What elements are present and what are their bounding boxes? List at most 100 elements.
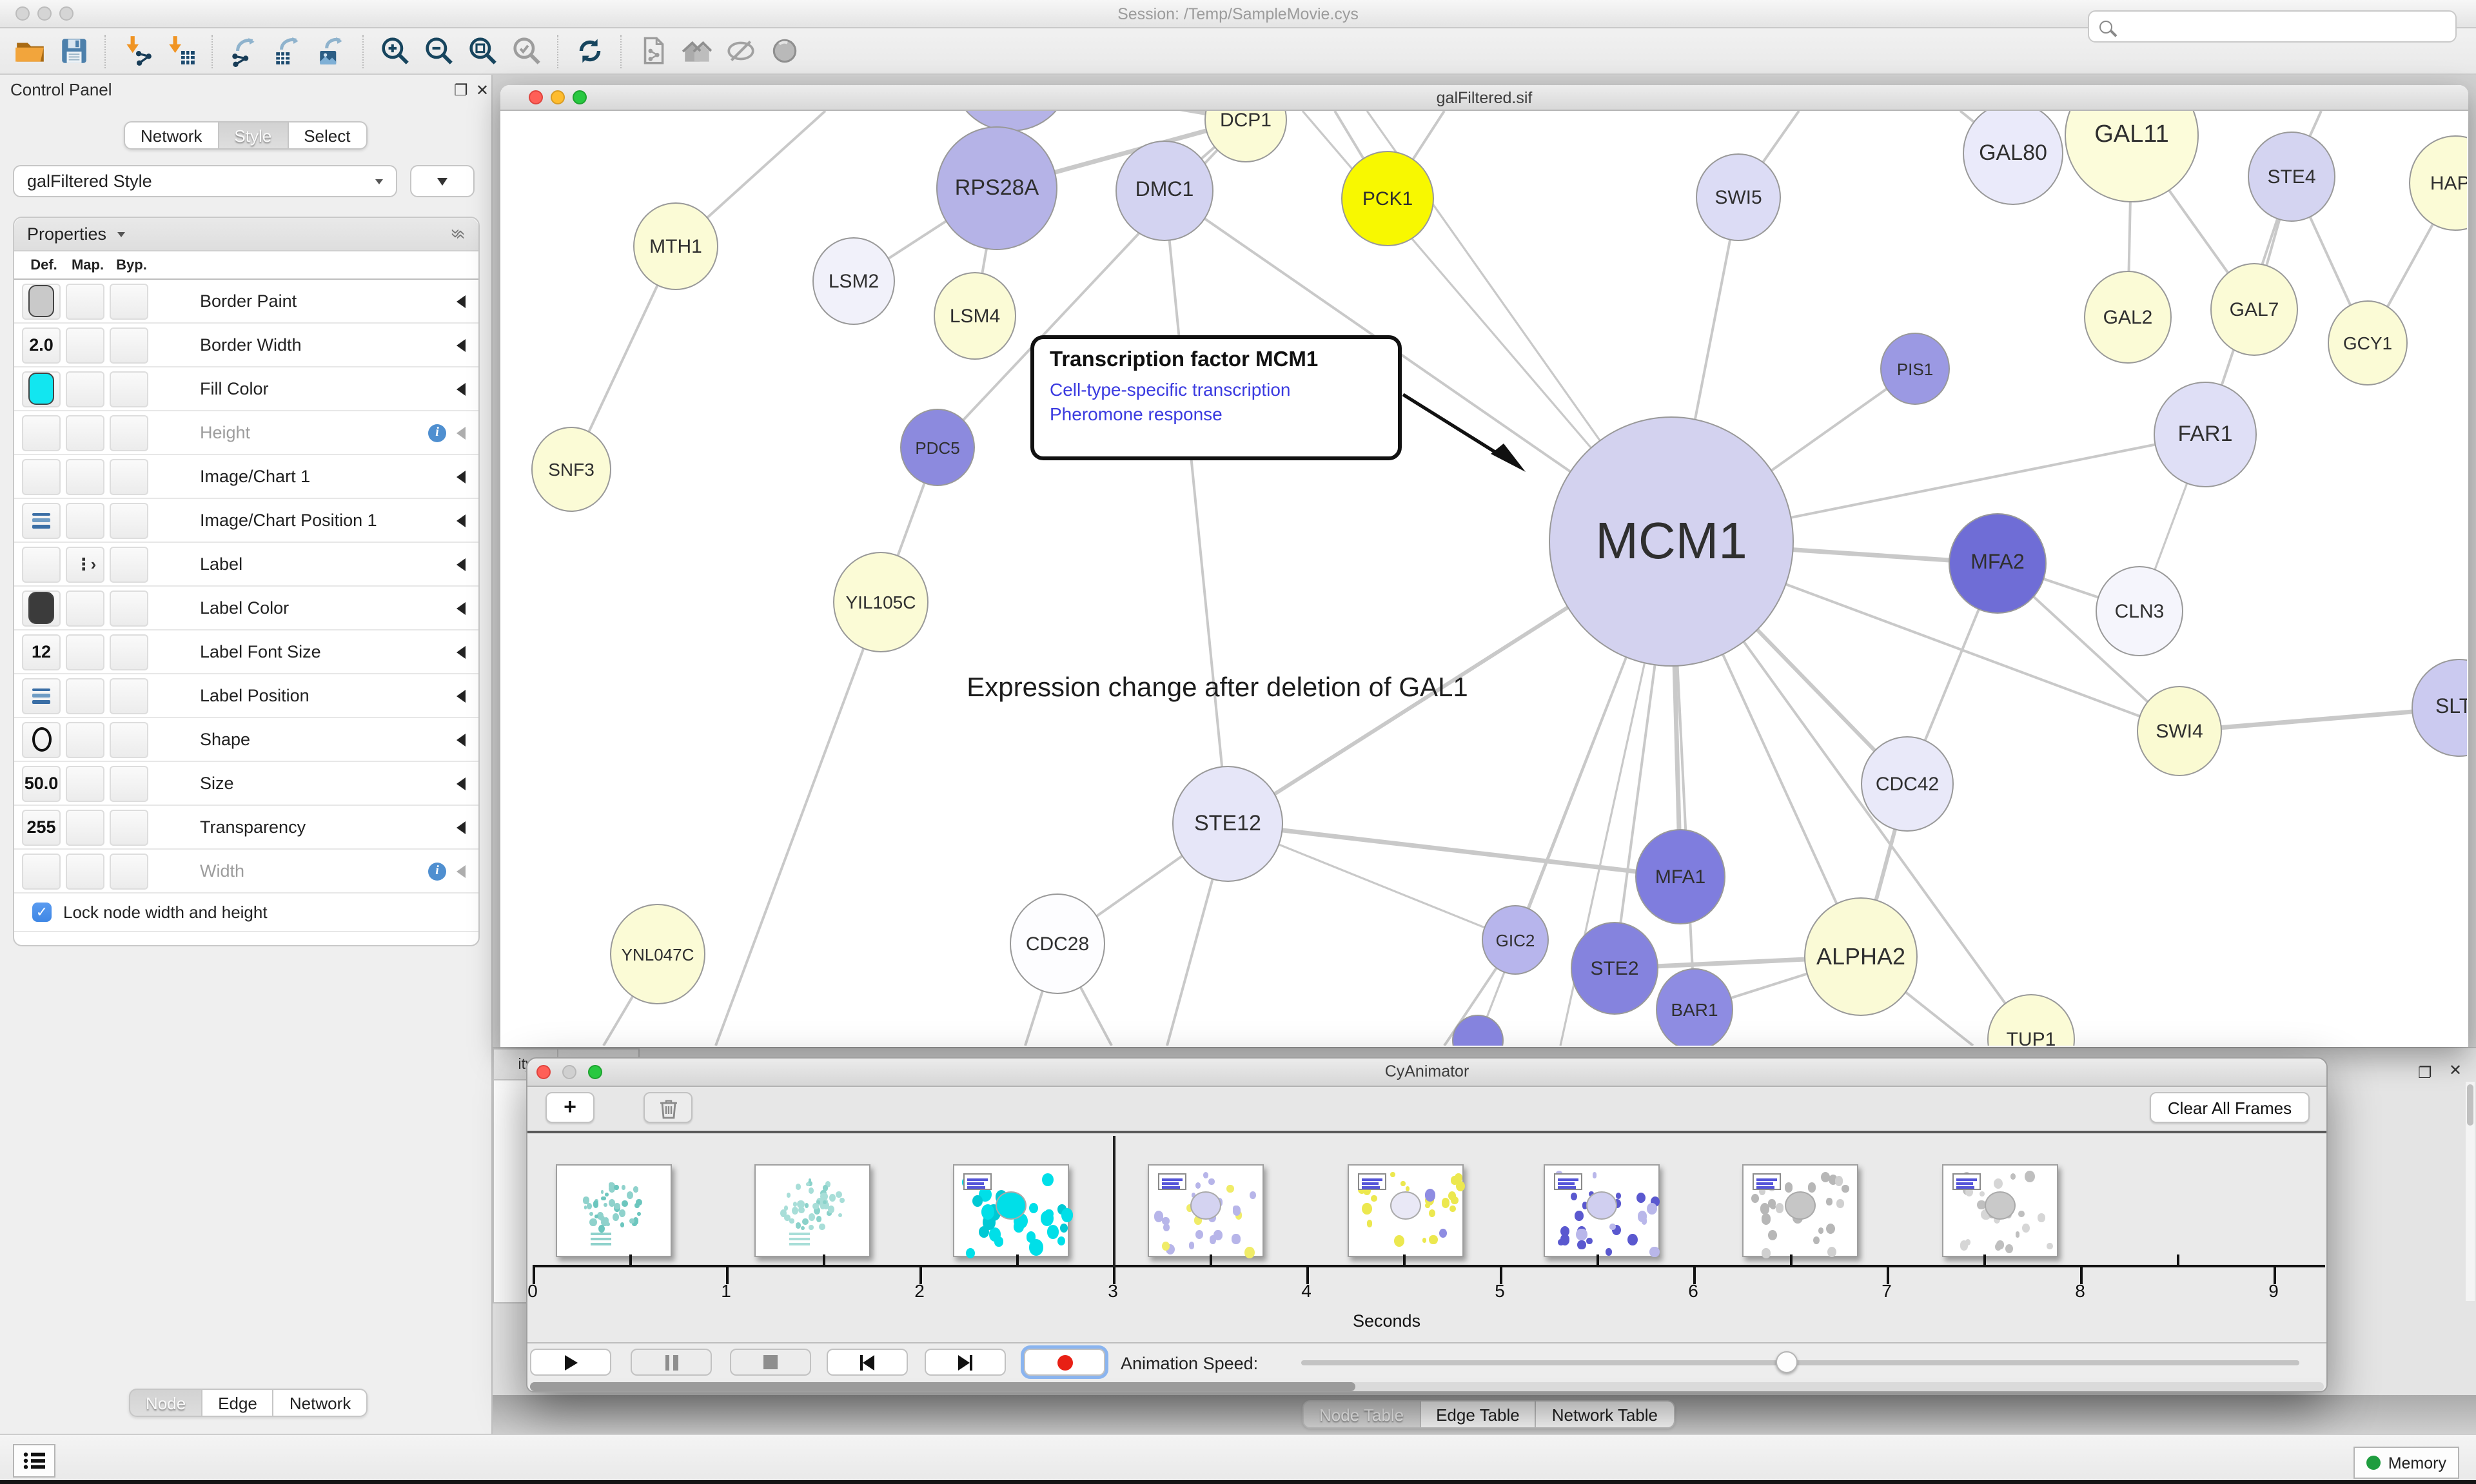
- expand-row-icon[interactable]: [457, 777, 466, 790]
- node-ste2[interactable]: STE2: [1571, 922, 1658, 1015]
- tab-edge[interactable]: Edge: [202, 1389, 274, 1417]
- collapse-all-icon[interactable]: «: [452, 230, 471, 238]
- annotation-link[interactable]: Pheromone response: [1050, 402, 1382, 427]
- node-ynl047c[interactable]: YNL047C: [610, 904, 705, 1004]
- property-byp-cell[interactable]: [110, 546, 148, 582]
- node-cdc28[interactable]: CDC28: [1010, 893, 1105, 994]
- property-row-transparency[interactable]: 255Transparency: [14, 806, 478, 850]
- property-map-cell[interactable]: [66, 327, 104, 363]
- cyanimator-scrollbar[interactable]: [530, 1382, 2324, 1391]
- zoom-window-button[interactable]: [588, 1065, 602, 1079]
- close-window-button[interactable]: [529, 90, 543, 104]
- minimize-window-button[interactable]: [551, 90, 565, 104]
- expand-row-icon[interactable]: [457, 821, 466, 834]
- timeline-frame-4[interactable]: [1348, 1164, 1464, 1257]
- annotation-link[interactable]: Cell-type-specific transcription: [1050, 378, 1382, 402]
- property-byp-cell[interactable]: [110, 327, 148, 363]
- add-frame-button[interactable]: +: [545, 1092, 594, 1123]
- node-yil105c[interactable]: YIL105C: [833, 552, 928, 652]
- expand-row-icon[interactable]: [457, 382, 466, 395]
- info-icon[interactable]: i: [428, 862, 446, 880]
- property-map-cell[interactable]: [66, 415, 104, 451]
- expand-row-icon[interactable]: [457, 733, 466, 746]
- expand-row-icon[interactable]: [457, 558, 466, 571]
- zoom-selected-button[interactable]: [506, 32, 547, 70]
- lock-size-checkbox[interactable]: ✓: [32, 903, 52, 922]
- search-input[interactable]: [2088, 10, 2457, 43]
- node-mth1[interactable]: MTH1: [633, 202, 718, 290]
- property-map-cell[interactable]: [66, 590, 104, 626]
- close-window-button[interactable]: [15, 6, 30, 21]
- tab-edge-table[interactable]: Edge Table: [1420, 1400, 1537, 1429]
- timeline-frame-6[interactable]: [1742, 1164, 1858, 1257]
- play-button[interactable]: [530, 1349, 611, 1376]
- property-def-cell[interactable]: [22, 853, 61, 889]
- node-ste4[interactable]: STE4: [2248, 132, 2335, 222]
- node-pck1[interactable]: PCK1: [1341, 151, 1434, 246]
- network-annotation[interactable]: Transcription factor MCM1 Cell-type-spec…: [1030, 335, 1402, 460]
- next-frame-button[interactable]: [925, 1349, 1006, 1376]
- node-alpha2[interactable]: ALPHA2: [1804, 897, 1918, 1016]
- expand-row-icon[interactable]: [457, 514, 466, 527]
- animation-speed-slider[interactable]: [1301, 1360, 2299, 1365]
- property-map-cell[interactable]: ⋮›: [66, 546, 104, 582]
- previous-frame-button[interactable]: [827, 1349, 908, 1376]
- zoom-out-button[interactable]: [418, 32, 459, 70]
- record-button[interactable]: [1024, 1349, 1105, 1376]
- node-far1[interactable]: FAR1: [2154, 382, 2257, 487]
- expand-row-icon[interactable]: [457, 601, 466, 614]
- property-def-cell[interactable]: [22, 590, 61, 626]
- stop-button[interactable]: [730, 1349, 811, 1376]
- property-row-size[interactable]: 50.0Size: [14, 762, 478, 806]
- property-row-label-font-size[interactable]: 12Label Font Size: [14, 630, 478, 674]
- property-def-cell[interactable]: 12: [22, 634, 61, 670]
- property-row-border-width[interactable]: 2.0Border Width: [14, 324, 478, 367]
- zoom-window-button[interactable]: [59, 6, 74, 21]
- show-details-button[interactable]: [763, 32, 805, 70]
- expand-row-icon[interactable]: [457, 689, 466, 702]
- property-def-cell[interactable]: [22, 371, 61, 407]
- property-def-cell[interactable]: [22, 415, 61, 451]
- node-pis1[interactable]: PIS1: [1880, 333, 1950, 405]
- zoom-window-button[interactable]: [573, 90, 587, 104]
- node-gal2[interactable]: GAL2: [2084, 271, 2172, 364]
- timeline-frame-0[interactable]: [556, 1164, 672, 1257]
- property-map-cell[interactable]: [66, 371, 104, 407]
- property-map-cell[interactable]: [66, 853, 104, 889]
- timeline-playhead[interactable]: [1113, 1136, 1115, 1267]
- property-byp-cell[interactable]: [110, 502, 148, 538]
- apply-layout-button[interactable]: [569, 32, 610, 70]
- property-map-cell[interactable]: [66, 502, 104, 538]
- save-session-button[interactable]: [53, 32, 94, 70]
- property-byp-cell[interactable]: [110, 590, 148, 626]
- info-icon[interactable]: i: [428, 424, 446, 442]
- home-button[interactable]: [676, 32, 717, 70]
- delete-frame-button[interactable]: [644, 1092, 693, 1123]
- property-map-cell[interactable]: [66, 809, 104, 845]
- import-table-button[interactable]: [160, 32, 201, 70]
- property-byp-cell[interactable]: [110, 283, 148, 319]
- property-row-height[interactable]: Heighti: [14, 411, 478, 455]
- zoom-fit-button[interactable]: [462, 32, 503, 70]
- minimize-window-button[interactable]: [562, 1065, 576, 1079]
- export-network-button[interactable]: [223, 32, 264, 70]
- property-def-cell[interactable]: 255: [22, 809, 61, 845]
- property-row-label[interactable]: ⋮›Label: [14, 543, 478, 587]
- node-dmc1[interactable]: DMC1: [1115, 141, 1213, 241]
- node-lsm4[interactable]: LSM4: [934, 272, 1016, 360]
- property-byp-cell[interactable]: [110, 678, 148, 714]
- tab-node[interactable]: Node: [129, 1389, 202, 1417]
- node-rps28a[interactable]: RPS28A: [936, 126, 1057, 250]
- animation-speed-slider-thumb[interactable]: [1776, 1351, 1798, 1373]
- expand-row-icon[interactable]: [457, 645, 466, 658]
- property-row-border-paint[interactable]: Border Paint: [14, 280, 478, 324]
- node-mcm1[interactable]: MCM1: [1549, 416, 1794, 667]
- node-mfa2[interactable]: MFA2: [1949, 513, 2047, 614]
- property-map-cell[interactable]: [66, 678, 104, 714]
- task-history-button[interactable]: [13, 1444, 55, 1478]
- properties-header[interactable]: Properties « «: [14, 218, 478, 251]
- property-def-cell[interactable]: [22, 721, 61, 757]
- property-def-cell[interactable]: [22, 502, 61, 538]
- property-row-image-chart-1[interactable]: Image/Chart 1: [14, 455, 478, 499]
- minimize-window-button[interactable]: [37, 6, 52, 21]
